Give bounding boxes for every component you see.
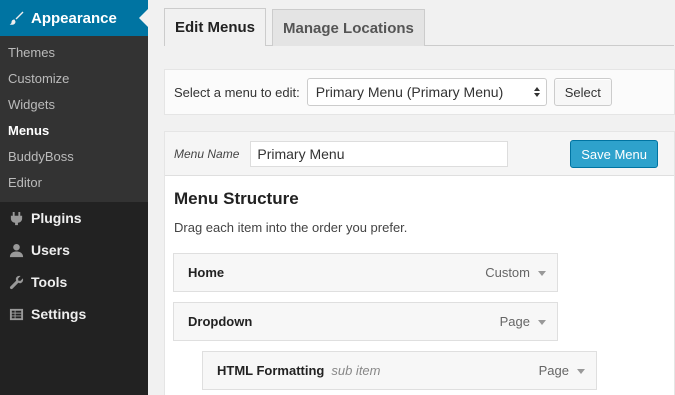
sidebar-item-label: Users [31, 242, 70, 258]
sidebar-item-appearance[interactable]: Appearance [0, 0, 148, 36]
sidebar-item-label: Plugins [31, 210, 82, 226]
sidebar-item-tools[interactable]: Tools [0, 266, 148, 298]
menu-item-title: Dropdown [188, 314, 253, 329]
submenu-editor[interactable]: Editor [0, 170, 148, 196]
menu-editor: Menu Name Primary Menu Save Menu Menu St… [164, 131, 675, 395]
chevron-down-icon[interactable] [538, 271, 546, 276]
submenu-customize[interactable]: Customize [0, 66, 148, 92]
menu-name-label: Menu Name [174, 146, 240, 161]
user-icon [8, 242, 24, 258]
chevron-down-icon[interactable] [577, 369, 585, 374]
sidebar-item-label: Appearance [31, 9, 117, 27]
select-arrows-icon [533, 87, 540, 97]
menu-item-dropdown[interactable]: Dropdown Page [173, 302, 558, 341]
select-button[interactable]: Select [553, 78, 612, 106]
chevron-down-icon[interactable] [538, 320, 546, 325]
menu-item-type: Page [538, 363, 569, 378]
tab-edit-menus[interactable]: Edit Menus [164, 8, 267, 46]
settings-icon [8, 306, 24, 322]
menu-item-home[interactable]: Home Custom [173, 253, 558, 292]
menu-item-title: Home [188, 265, 225, 280]
menu-item-title: HTML Formatting [217, 363, 325, 378]
menu-structure-title: Menu Structure [174, 189, 299, 208]
main-content: Edit Menus Manage Locations Select a men… [148, 0, 675, 395]
menu-item-html-formatting[interactable]: HTML Formatting sub item Page [202, 351, 597, 390]
menu-structure-description: Drag each item into the order you prefer… [174, 220, 408, 235]
select-menu-label: Select a menu to edit: [174, 84, 300, 100]
save-menu-button[interactable]: Save Menu [570, 140, 658, 168]
menu-select-dropdown[interactable]: Primary Menu (Primary Menu) [306, 78, 547, 106]
menu-editor-header: Menu Name Primary Menu Save Menu [165, 132, 674, 176]
sidebar-item-settings[interactable]: Settings [0, 298, 148, 330]
dropdown-value: Primary Menu (Primary Menu) [315, 84, 504, 100]
sidebar-item-users[interactable]: Users [0, 234, 148, 266]
menu-item-type: Custom [485, 265, 530, 280]
wrench-icon [8, 274, 24, 290]
sidebar-item-plugins[interactable]: Plugins [0, 202, 148, 234]
paintbrush-icon [8, 10, 24, 26]
menu-name-input[interactable]: Primary Menu [250, 140, 509, 167]
submenu-widgets[interactable]: Widgets [0, 92, 148, 118]
sidebar-item-label: Tools [31, 274, 68, 290]
submenu-themes[interactable]: Themes [0, 40, 148, 66]
nav-tabs: Edit Menus Manage Locations [164, 0, 674, 46]
plug-icon [8, 210, 24, 226]
submenu-menus[interactable]: Menus [0, 118, 148, 144]
menu-item-type: Page [499, 314, 530, 329]
sub-item-tag: sub item [331, 363, 381, 378]
tab-manage-locations[interactable]: Manage Locations [272, 9, 425, 46]
sidebar-item-label: Settings [31, 306, 87, 322]
submenu-buddyboss[interactable]: BuddyBoss [0, 144, 148, 170]
menu-select-bar: Select a menu to edit: Primary Menu (Pri… [164, 69, 675, 115]
appearance-submenu: Themes Customize Widgets Menus BuddyBoss… [0, 36, 148, 202]
admin-sidebar: Appearance Themes Customize Widgets Menu… [0, 0, 148, 395]
